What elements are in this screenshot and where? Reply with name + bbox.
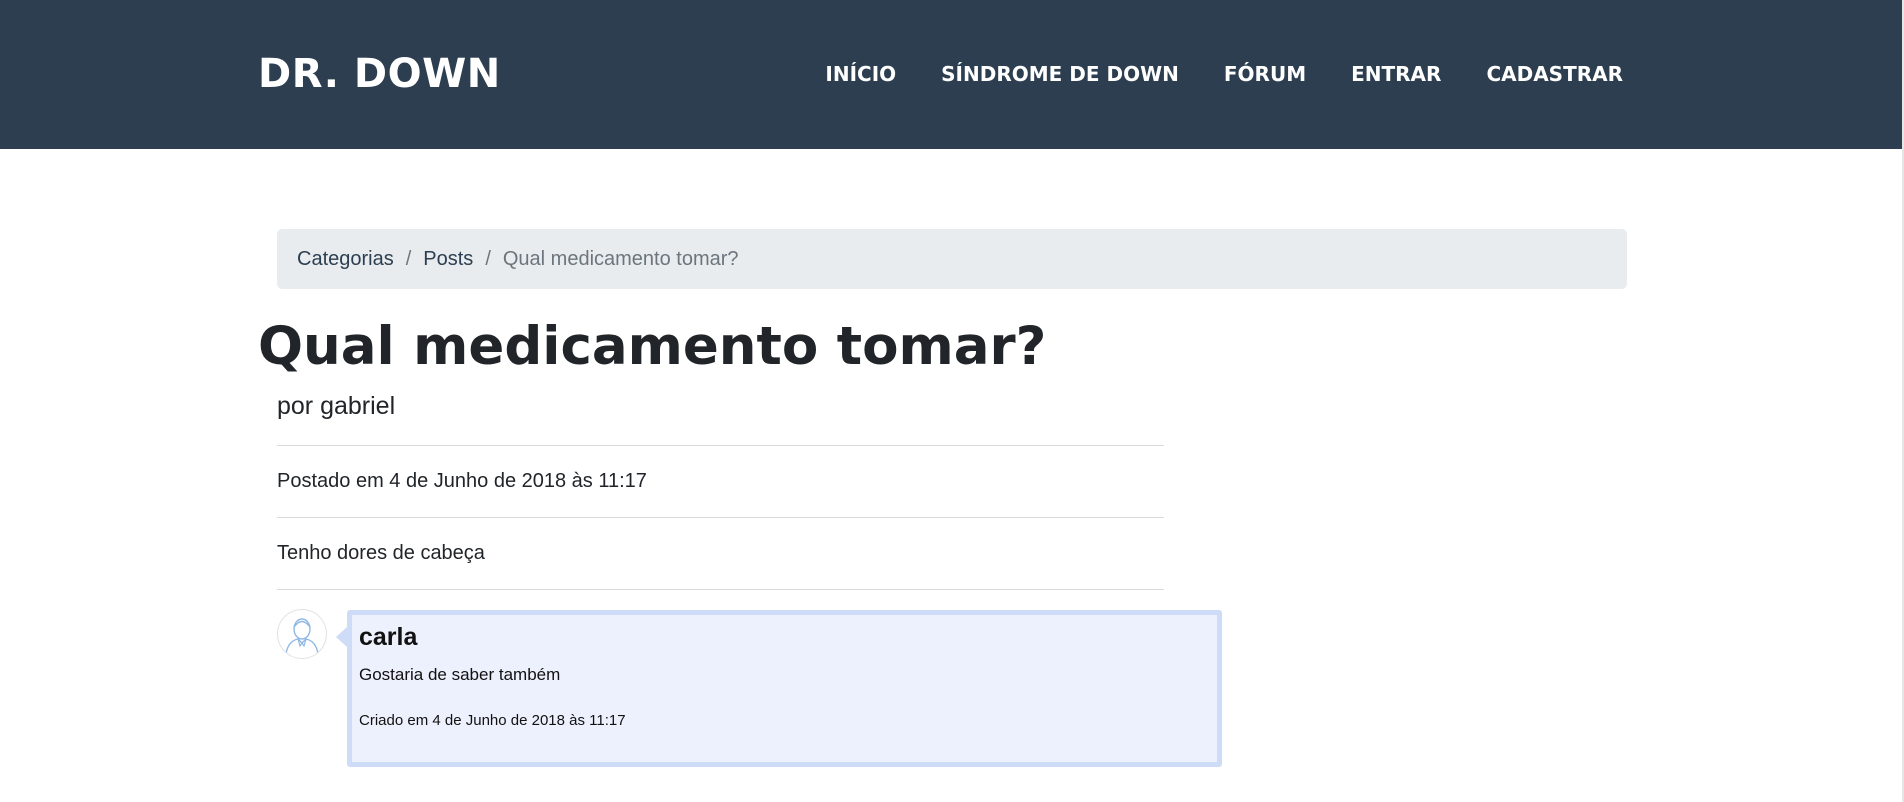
comment-date: Criado em 4 de Junho de 2018 às 11:17 (359, 712, 626, 729)
main-nav: INÍCIO SÍNDROME DE DOWN FÓRUM ENTRAR CAD… (780, 60, 1623, 88)
top-navbar: DR. DOWN INÍCIO SÍNDROME DE DOWN FÓRUM E… (0, 0, 1904, 149)
nav-sindrome-de-down[interactable]: SÍNDROME DE DOWN (941, 60, 1179, 88)
nav-entrar[interactable]: ENTRAR (1351, 60, 1441, 88)
breadcrumb-categorias[interactable]: Categorias (297, 248, 394, 271)
divider (277, 445, 1164, 446)
divider (277, 517, 1164, 518)
breadcrumb-separator: / (485, 247, 491, 270)
comment-text: Gostaria de saber também (359, 665, 561, 684)
user-avatar-icon (277, 609, 327, 659)
post-title: Qual medicamento tomar? (258, 316, 1047, 377)
comment-card: carla Gostaria de saber também Criado em… (347, 610, 1222, 767)
divider (277, 589, 1164, 590)
brand-logo[interactable]: DR. DOWN (258, 50, 501, 98)
nav-cadastrar[interactable]: CADASTRAR (1486, 60, 1623, 88)
post-author: por gabriel (277, 392, 396, 420)
comment-pointer (336, 627, 347, 647)
post-date: Postado em 4 de Junho de 2018 às 11:17 (277, 470, 647, 492)
breadcrumb-current: Qual medicamento tomar? (502, 247, 739, 270)
post-body: Tenho dores de cabeça (277, 542, 485, 564)
nav-inicio[interactable]: INÍCIO (825, 60, 896, 88)
breadcrumb-separator: / (405, 247, 412, 270)
comment-author: carla (359, 623, 418, 651)
breadcrumb: Categorias / Posts / Qual medicamento to… (277, 229, 1627, 289)
nav-forum[interactable]: FÓRUM (1224, 60, 1306, 88)
breadcrumb-posts[interactable]: Posts (423, 248, 473, 271)
